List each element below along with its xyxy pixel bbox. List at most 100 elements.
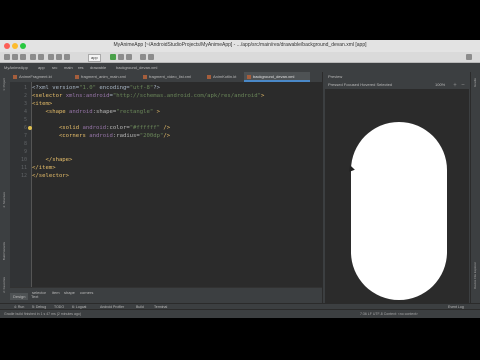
- line-gutter: 1 2 3 4 5 6 7 8 9 10 11 12: [10, 82, 32, 287]
- code-line: <item>: [32, 100, 52, 108]
- open-icon[interactable]: [4, 54, 10, 60]
- design-text-switch: Design Text: [10, 293, 322, 301]
- xml-file-icon: [75, 74, 79, 79]
- code-token: :radius=: [112, 133, 140, 139]
- code-token: >: [153, 109, 160, 115]
- tab-anim-kotlin[interactable]: AnimKotlin.kt: [204, 72, 244, 82]
- code-token: android: [82, 125, 107, 131]
- device-explorer-tool-tab[interactable]: Device File Explorer: [473, 262, 479, 289]
- code-token: encoding=: [96, 85, 130, 91]
- code-token: ?>: [153, 85, 161, 91]
- structure-tool-tab[interactable]: 2: Structure: [2, 192, 8, 208]
- window-title: MyAnimeApp [~/AndroidStudioProjects/MyAn…: [113, 42, 367, 48]
- build-variants-tool-tab[interactable]: Build Variants: [2, 242, 8, 260]
- sdk-manager-icon[interactable]: [140, 54, 146, 60]
- undo-icon[interactable]: [30, 54, 36, 60]
- code-token: <corners: [32, 133, 90, 139]
- xml-file-icon: [143, 74, 147, 79]
- line-number: 4: [23, 109, 27, 115]
- crumb-project[interactable]: MyAnimeApp: [4, 65, 28, 70]
- code-token: </shape>: [32, 157, 73, 163]
- rounded-shape-preview: [351, 122, 447, 300]
- code-token: />: [160, 125, 171, 131]
- kotlin-file-icon: [207, 74, 211, 79]
- code-token: >: [261, 93, 265, 99]
- crumb-src[interactable]: src: [52, 65, 57, 70]
- kotlin-file-icon: [13, 74, 17, 79]
- preview-canvas: [325, 89, 469, 303]
- status-message: Gradle build finished in 1 s 47 ms (2 mi…: [4, 312, 82, 316]
- code-token: "#ffffff": [129, 125, 160, 131]
- crumb-res[interactable]: res: [78, 65, 84, 70]
- tab-anime-fragment[interactable]: AnimeFragment.kt: [10, 72, 72, 82]
- code-token: "1.0": [79, 85, 96, 91]
- main-toolbar: app: [0, 52, 480, 63]
- code-token: :shape=: [92, 109, 117, 115]
- project-tool-tab[interactable]: 1: Project: [2, 78, 8, 91]
- code-token: "rectangle": [116, 109, 154, 115]
- search-icon[interactable]: [466, 54, 472, 60]
- avd-manager-icon[interactable]: [148, 54, 154, 60]
- line-number: 11: [20, 165, 27, 171]
- debug-icon[interactable]: [118, 54, 124, 60]
- code-line: </selector>: [32, 172, 69, 180]
- zoom-out-icon[interactable]: －: [461, 82, 465, 88]
- favorites-tool-tab[interactable]: 2: Favorites: [2, 277, 8, 293]
- cut-icon[interactable]: [48, 54, 54, 60]
- code-line: </shape>: [32, 156, 72, 164]
- code-line: <shape android:shape="rectangle" >: [32, 108, 160, 116]
- status-info[interactable]: 7:36 LF UTF-8 Context: <no context>: [360, 312, 418, 316]
- save-icon[interactable]: [12, 54, 18, 60]
- code-line: <?xml version="1.0" encoding="utf-8"?>: [32, 84, 160, 92]
- code-token: <solid: [32, 125, 83, 131]
- zoom-level[interactable]: 100%: [435, 82, 445, 87]
- profile-icon[interactable]: [126, 54, 132, 60]
- line-number: 3: [23, 101, 27, 107]
- code-token: "utf-8": [129, 85, 154, 91]
- paste-icon[interactable]: [64, 54, 70, 60]
- ide-window: MyAnimeApp [~/AndroidStudioProjects/MyAn…: [0, 40, 480, 318]
- crumb-drawable[interactable]: drawable: [90, 65, 106, 70]
- preview-title: Preview: [328, 74, 343, 79]
- run-icon[interactable]: [110, 54, 116, 60]
- copy-icon[interactable]: [56, 54, 62, 60]
- crumb-file[interactable]: background_devan.xml: [116, 65, 157, 70]
- line-number: 10: [20, 157, 27, 163]
- run-config-select[interactable]: app: [88, 54, 101, 62]
- code-editor[interactable]: <?xml version="1.0" encoding="utf-8"?> <s…: [32, 82, 322, 287]
- tab-design[interactable]: Design: [10, 293, 29, 300]
- line-number: 5: [23, 117, 27, 123]
- code-token: xmlns:android: [65, 93, 110, 99]
- code-line: <corners android:radius="200dp"/>: [32, 132, 170, 140]
- code-token: android: [89, 133, 113, 139]
- gradle-tool-tab[interactable]: Gradle: [473, 78, 479, 87]
- code-token: "200dp": [139, 133, 164, 139]
- tab-fragment-video-list[interactable]: fragment_video_list.xml: [140, 72, 204, 82]
- tab-text[interactable]: Text: [28, 293, 41, 300]
- line-number: 9: [23, 149, 27, 155]
- sync-icon[interactable]: [20, 54, 26, 60]
- code-token: />: [163, 133, 171, 139]
- status-bar: Gradle build finished in 1 s 47 ms (2 mi…: [0, 309, 480, 318]
- code-token: </item>: [32, 165, 56, 171]
- line-number: 6: [23, 125, 27, 131]
- line-number: 2: [23, 93, 27, 99]
- tab-fragment-anim-main[interactable]: fragment_anim_main.xml: [72, 72, 140, 82]
- zoom-in-icon[interactable]: ＋: [453, 82, 457, 88]
- preview-state-toggles[interactable]: Pressed Focused Hovered Selected: [328, 82, 392, 87]
- code-line: </item>: [32, 164, 56, 172]
- code-line: <solid android:color="#ffffff" />: [32, 124, 170, 132]
- line-number: 8: [23, 141, 27, 147]
- redo-icon[interactable]: [38, 54, 44, 60]
- tab-background-devan[interactable]: background_devan.xml: [244, 72, 310, 82]
- code-token: </selector>: [32, 173, 70, 179]
- code-token: "http://schemas.android.com/apk/res/andr…: [112, 93, 262, 99]
- crumb-module[interactable]: app: [38, 65, 45, 70]
- preview-panel: Preview Pressed Focused Hovered Selected…: [322, 72, 471, 303]
- right-tool-strip: Gradle Device File Explorer: [470, 72, 480, 303]
- crumb-main[interactable]: main: [64, 65, 73, 70]
- code-token: :color=: [106, 125, 130, 131]
- line-number: 12: [20, 173, 27, 179]
- xml-file-icon: [247, 74, 251, 79]
- line-number: 7: [23, 133, 27, 139]
